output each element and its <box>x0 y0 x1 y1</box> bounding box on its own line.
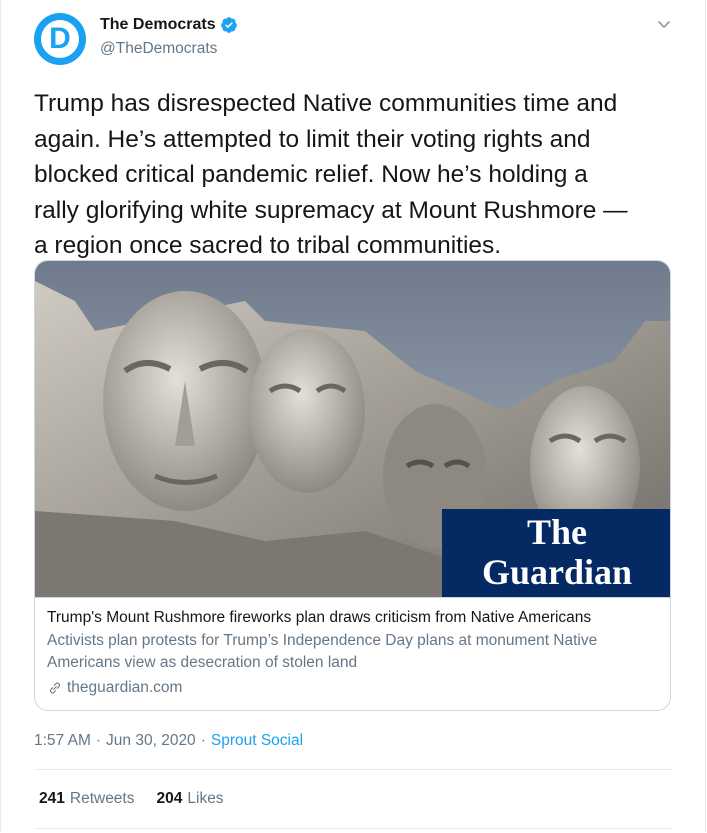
retweets-count: 241 <box>39 790 65 807</box>
guardian-logo-line1: The <box>527 512 587 552</box>
account-handle[interactable]: @TheDemocrats <box>100 40 217 58</box>
engagement-stats: 241 Retweets 204 Likes <box>39 790 224 808</box>
retweets-label: Retweets <box>69 790 135 807</box>
chevron-down-icon[interactable] <box>656 16 672 32</box>
card-domain-text[interactable]: theguardian.com <box>67 677 182 699</box>
divider <box>34 828 672 829</box>
card-image-mount-rushmore[interactable]: The Guardian <box>35 261 671 597</box>
divider <box>34 769 672 770</box>
avatar[interactable]: D <box>34 13 86 65</box>
guardian-logo-line2: Guardian <box>482 552 632 592</box>
tweet-time[interactable]: 1:57 AM <box>34 732 91 750</box>
tweet-meta: 1:57 AM · Jun 30, 2020 · Sprout Social <box>34 732 303 750</box>
verified-badge-icon <box>220 17 237 33</box>
likes-count: 204 <box>156 790 183 807</box>
card-domain[interactable]: theguardian.com <box>47 677 660 699</box>
link-icon <box>50 682 60 694</box>
link-card[interactable]: The Guardian Trump's Mount Rushmore fire… <box>34 260 671 711</box>
avatar-letter: D <box>49 22 71 55</box>
account-name-row[interactable]: The Democrats <box>100 16 238 34</box>
card-title[interactable]: Trump's Mount Rushmore fireworks plan dr… <box>47 608 660 628</box>
meta-separator: · <box>95 732 102 749</box>
card-body[interactable]: Trump's Mount Rushmore fireworks plan dr… <box>35 597 670 710</box>
likes-label: Likes <box>187 790 224 807</box>
tweet-source[interactable]: Sprout Social <box>211 732 303 750</box>
tweet-date[interactable]: Jun 30, 2020 <box>106 732 196 750</box>
likes-stat[interactable]: 204 Likes <box>157 790 224 808</box>
card-description[interactable]: Activists plan protests for Trump’s Inde… <box>47 630 660 674</box>
tweet-container: D The Democrats @TheDemocrats Trump has … <box>0 0 706 832</box>
tweet-text: Trump has disrespected Native communitie… <box>34 90 628 259</box>
meta-separator: · <box>200 732 206 749</box>
retweets-stat[interactable]: 241 Retweets <box>39 790 135 808</box>
account-name[interactable]: The Democrats <box>100 16 216 34</box>
